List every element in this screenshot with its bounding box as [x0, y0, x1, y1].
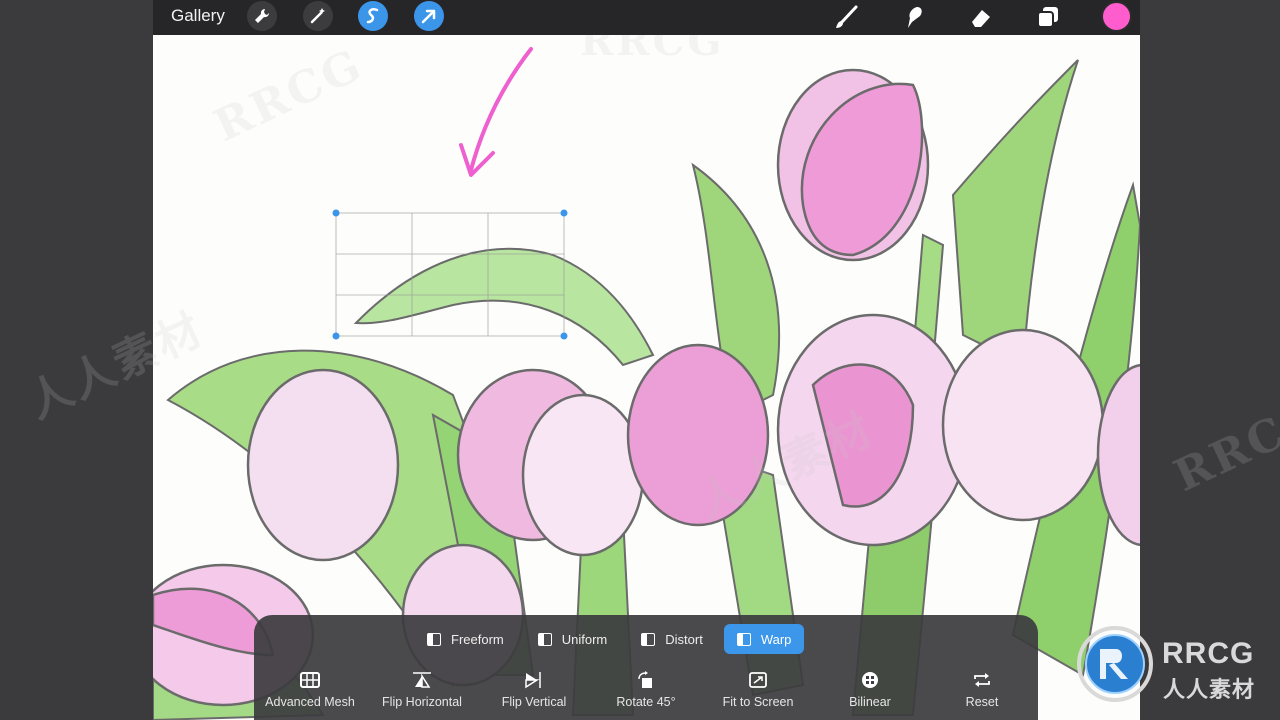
right-margin — [1140, 0, 1280, 720]
eraser-icon[interactable] — [966, 2, 996, 32]
rrcg-logo-icon — [1077, 626, 1153, 702]
advanced-mesh-button[interactable]: Advanced Mesh — [255, 671, 365, 709]
transform-arrow-icon[interactable] — [414, 1, 444, 31]
gallery-button[interactable]: Gallery — [171, 6, 225, 26]
action-label: Bilinear — [849, 695, 891, 709]
tab-freeform[interactable]: Freeform — [414, 624, 517, 654]
mesh-icon — [300, 671, 320, 689]
flip-horizontal-button[interactable]: Flip Horizontal — [367, 671, 477, 709]
reset-button[interactable]: Reset — [927, 671, 1037, 709]
action-label: Reset — [965, 695, 999, 709]
action-label: Fit to Screen — [722, 695, 794, 709]
tab-label: Distort — [665, 631, 703, 647]
freeform-icon — [427, 632, 441, 646]
tab-distort[interactable]: Distort — [628, 624, 716, 654]
reset-icon — [972, 671, 992, 689]
transform-mode-tabs: Freeform Uniform Distort Warp — [414, 624, 805, 654]
left-margin — [0, 0, 153, 720]
tab-label: Warp — [760, 631, 792, 647]
magic-wand-icon[interactable] — [303, 1, 333, 31]
fit-to-screen-button[interactable]: Fit to Screen — [703, 671, 813, 709]
logo-wordmark-cn: 人人素材 — [1163, 677, 1256, 702]
transform-actions: Advanced Mesh Flip Horizontal Flip Verti… — [254, 671, 1038, 709]
tab-label: Uniform — [561, 631, 608, 647]
action-label: Flip Horizontal — [382, 695, 462, 709]
logo-wordmark: RRCG — [1162, 637, 1255, 670]
warp-icon — [736, 632, 751, 646]
tab-label: Freeform — [451, 631, 504, 647]
selection-icon[interactable] — [358, 1, 388, 31]
fit-screen-icon — [748, 671, 768, 689]
color-swatch[interactable] — [1101, 1, 1132, 32]
transform-panel: Freeform Uniform Distort Warp Advanced M… — [254, 615, 1038, 720]
smudge-icon[interactable] — [898, 2, 928, 32]
wrench-icon[interactable] — [247, 1, 277, 31]
top-toolbar: Gallery — [153, 0, 1140, 35]
uniform-icon — [537, 632, 552, 646]
layers-icon[interactable] — [1033, 2, 1063, 32]
distort-icon — [641, 632, 656, 646]
bilinear-icon — [860, 671, 880, 689]
tab-warp[interactable]: Warp — [723, 624, 805, 654]
action-label: Advanced Mesh — [265, 695, 355, 709]
flip-vertical-button[interactable]: Flip Vertical — [479, 671, 589, 709]
flip-vertical-icon — [524, 671, 544, 689]
flip-horizontal-icon — [412, 671, 432, 689]
rotate-icon — [636, 671, 656, 689]
bilinear-button[interactable]: Bilinear — [815, 671, 925, 709]
action-label: Rotate 45° — [616, 695, 676, 709]
tab-uniform[interactable]: Uniform — [525, 624, 621, 654]
brush-icon[interactable] — [832, 2, 862, 32]
rotate-45-button[interactable]: Rotate 45° — [591, 671, 701, 709]
action-label: Flip Vertical — [501, 695, 567, 709]
